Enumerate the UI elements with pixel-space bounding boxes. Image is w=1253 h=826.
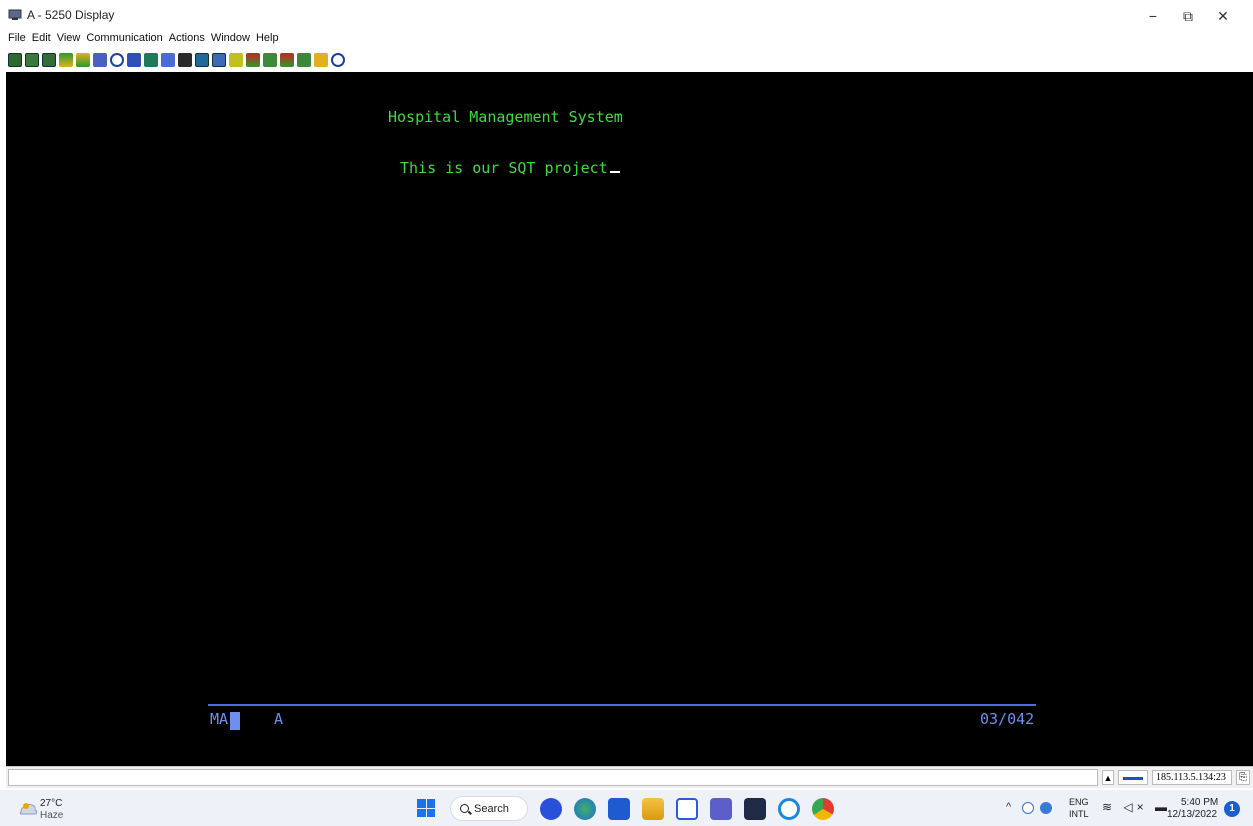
windows-start-icon[interactable]	[417, 799, 435, 817]
transfer-up2-icon[interactable]	[280, 53, 294, 67]
status-arrow-icon[interactable]: ▲	[1102, 770, 1114, 785]
onedrive-icon[interactable]	[1022, 802, 1034, 814]
settings-icon[interactable]	[229, 53, 243, 67]
cloud-sync-icon[interactable]	[1040, 802, 1052, 814]
taskbar-search[interactable]: Search	[450, 796, 528, 821]
receive-file-icon[interactable]	[76, 53, 90, 67]
send-file-icon[interactable]	[59, 53, 73, 67]
search-icon	[460, 804, 469, 813]
input-text: This is our SQT project	[400, 159, 608, 177]
transfer-up-icon[interactable]	[246, 53, 260, 67]
menu-actions[interactable]: Actions	[166, 30, 208, 46]
oia-mode: MA	[210, 710, 229, 728]
menu-view[interactable]: View	[54, 30, 84, 46]
terminal-screen[interactable]: Hospital Management System This is our S…	[6, 72, 1253, 766]
chat-app-icon[interactable]	[574, 798, 596, 820]
language-line1[interactable]: ENG	[1069, 797, 1089, 807]
word-app-icon[interactable]	[676, 798, 698, 820]
weather-temp[interactable]: 27°C	[40, 798, 62, 809]
clock-time[interactable]: 5:40 PM	[1181, 797, 1218, 808]
terminal-app-icon	[8, 9, 22, 20]
transfer-down2-icon[interactable]	[297, 53, 311, 67]
text-cursor	[609, 171, 620, 173]
menu-communication[interactable]: Communication	[83, 30, 165, 46]
clock-date[interactable]: 12/13/2022	[1167, 809, 1217, 820]
menu-window[interactable]: Window	[208, 30, 253, 46]
play-icon[interactable]	[161, 53, 175, 67]
minimize-button[interactable]: −	[1133, 5, 1173, 27]
store-app-icon[interactable]	[608, 798, 630, 820]
help-icon[interactable]	[331, 53, 345, 67]
wifi-volume-battery-icons[interactable]: ≋ ◁× ▬	[1102, 800, 1171, 814]
keyboard-icon[interactable]	[178, 53, 192, 67]
cursor-position: 03/042	[980, 710, 1035, 728]
print-icon[interactable]	[93, 53, 107, 67]
info-app-icon[interactable]	[778, 798, 800, 820]
weather-haze-icon[interactable]	[17, 800, 39, 816]
status-message-field	[8, 769, 1098, 786]
taskbar: 27°C Haze Search ^ ENG INTL ≋ ◁× ▬ 5:40 …	[0, 790, 1253, 826]
meet-app-icon[interactable]	[540, 798, 562, 820]
toolbar	[0, 49, 1253, 71]
script-icon[interactable]	[314, 53, 328, 67]
oia-field-indicator: A	[274, 710, 284, 728]
menu-edit[interactable]: Edit	[29, 30, 54, 46]
screen-input-line[interactable]: This is our SQT project	[400, 159, 620, 177]
notification-badge[interactable]: 1	[1224, 801, 1240, 817]
terminal-app-taskbar-icon[interactable]	[744, 798, 766, 820]
transfer-down-icon[interactable]	[263, 53, 277, 67]
window-title: A - 5250 Display	[27, 8, 115, 22]
paste-special-icon[interactable]	[42, 53, 56, 67]
oia-cursor-block	[230, 712, 240, 730]
status-bar: ▲ 185.113.5.134:23 ⎘	[6, 766, 1253, 788]
menu-file[interactable]: File	[5, 30, 29, 46]
paste-icon[interactable]	[25, 53, 39, 67]
record-icon[interactable]	[144, 53, 158, 67]
chrome-app-icon[interactable]	[812, 798, 834, 820]
tray-overflow-icon[interactable]: ^	[1006, 801, 1011, 813]
teams-app-icon[interactable]	[710, 798, 732, 820]
menu-help[interactable]: Help	[253, 30, 282, 46]
color-icon[interactable]	[195, 53, 209, 67]
language-line2[interactable]: INTL	[1069, 809, 1089, 819]
session-lock-icon: ⎘	[1236, 770, 1250, 785]
oia-separator	[208, 704, 1036, 706]
connection-status-icon	[1118, 770, 1148, 785]
popup-keypad-icon[interactable]	[212, 53, 226, 67]
close-button[interactable]: ✕	[1203, 5, 1243, 27]
host-address: 185.113.5.134:23	[1152, 770, 1232, 785]
screen-heading: Hospital Management System	[388, 108, 623, 126]
weather-desc[interactable]: Haze	[40, 810, 63, 821]
stop-icon[interactable]	[110, 53, 124, 67]
title-bar: A - 5250 Display − ⧉ ✕	[0, 0, 1253, 30]
copy-icon[interactable]	[8, 53, 22, 67]
macro-icon[interactable]	[127, 53, 141, 67]
menu-bar: File Edit View Communication Actions Win…	[0, 30, 282, 46]
search-label: Search	[474, 802, 509, 815]
file-explorer-icon[interactable]	[642, 798, 664, 820]
maximize-button[interactable]: ⧉	[1168, 5, 1208, 27]
